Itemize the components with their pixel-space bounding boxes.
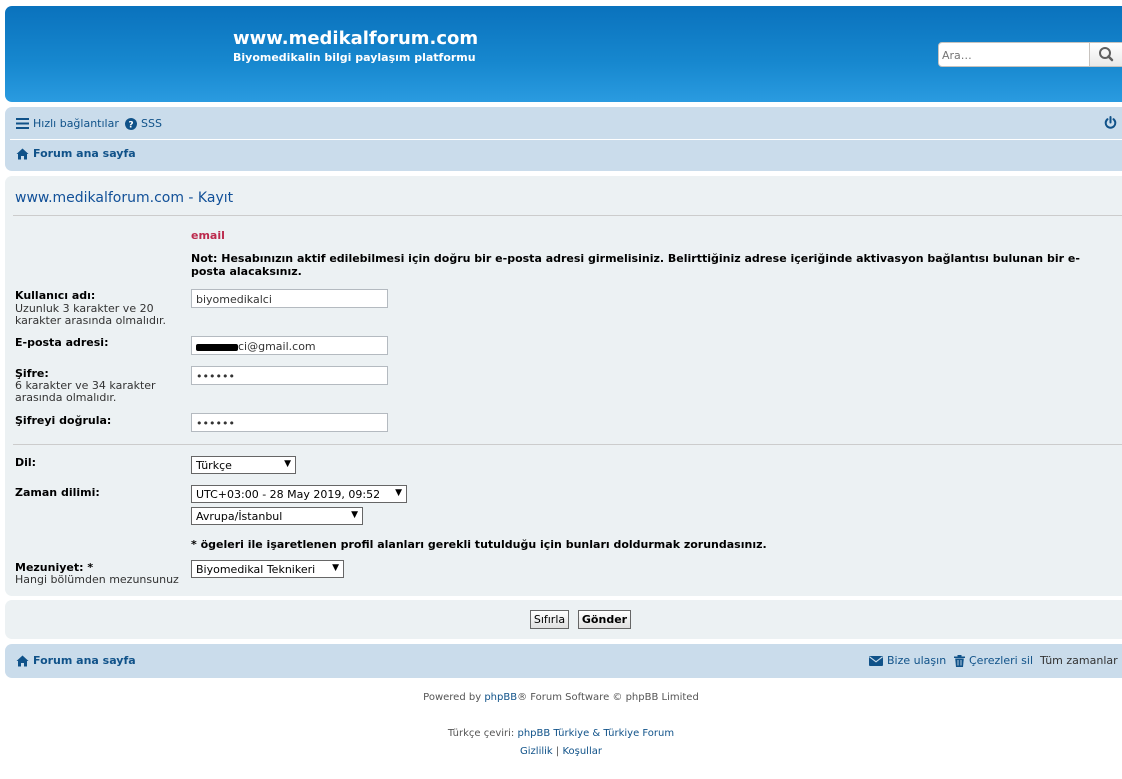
home-icon <box>16 655 29 666</box>
timezone-region-value: Avrupa/İstanbul <box>196 510 283 523</box>
dropdown-arrow-icon: ▼ <box>284 459 291 469</box>
section-divider <box>13 444 1122 445</box>
submit-panel: Sıfırla Gönder <box>5 600 1122 639</box>
faq-label: SSS <box>141 117 162 130</box>
confirm-password-label: Şifreyi doğrula: <box>15 414 112 427</box>
privacy-link[interactable]: Gizlilik <box>520 746 553 757</box>
powered-prefix: Powered by <box>423 692 485 703</box>
legal-separator: | <box>555 746 560 757</box>
power-icon <box>1104 116 1117 129</box>
terms-link[interactable]: Koşullar <box>562 746 602 757</box>
delete-cookies-label: Çerezleri sil <box>969 654 1034 667</box>
login-button[interactable] <box>1104 116 1117 129</box>
search-button[interactable] <box>1089 43 1122 66</box>
footer-board-index-link[interactable]: Forum ana sayfa <box>16 654 136 667</box>
dropdown-arrow-icon: ▼ <box>332 563 339 573</box>
password-input[interactable]: •••••• <box>191 366 388 385</box>
title-divider <box>13 215 1122 216</box>
graduation-value: Biyomedikal Teknikeri <box>196 563 316 576</box>
username-input[interactable]: biyomedikalci <box>191 289 388 308</box>
translation-link[interactable]: phpBB Türkiye & Türkiye Forum <box>517 728 674 739</box>
navbar-divider <box>10 139 1122 140</box>
submit-button[interactable]: Gönder <box>578 610 631 629</box>
svg-text:?: ? <box>128 120 133 130</box>
dropdown-arrow-icon: ▼ <box>351 510 358 520</box>
board-index-label: Forum ana sayfa <box>33 147 136 160</box>
language-label: Dil: <box>15 456 37 469</box>
password-hint: 6 karakter ve 34 karakter arasında olmal… <box>15 379 156 404</box>
navbar: Hızlı bağlantılar ? SSS Forum ana sayfa <box>5 107 1122 171</box>
language-select[interactable]: Türkçe ▼ <box>191 456 296 474</box>
page-title: www.medikalforum.com - Kayıt <box>15 190 234 206</box>
translation-line: Türkçe çeviri: phpBB Türkiye & Türkiye F… <box>0 728 1122 739</box>
reset-button[interactable]: Sıfırla <box>530 610 569 629</box>
envelope-icon <box>869 655 883 666</box>
quick-links-menu[interactable]: Hızlı bağlantılar <box>16 117 119 130</box>
timezone-value: UTC+03:00 - 28 May 2019, 09:52 <box>196 488 381 501</box>
username-hint: Uzunluk 3 karakter ve 20 karakter arasın… <box>15 302 167 327</box>
site-title[interactable]: www.medikalforum.com <box>233 28 478 49</box>
redaction-mark <box>196 343 238 351</box>
hamburger-icon <box>16 118 29 129</box>
email-note: Not: Hesabınızın aktif edilebilmesi için… <box>191 252 1080 278</box>
phpbb-link[interactable]: phpBB <box>484 692 517 703</box>
legal-links: Gizlilik | Koşullar <box>0 746 1122 757</box>
footer-navbar: Forum ana sayfa Bize ulaşın Çerezleri si… <box>5 644 1122 678</box>
username-label: Kullanıcı adı: <box>15 289 96 302</box>
question-circle-icon: ? <box>125 117 137 130</box>
site-header: www.medikalforum.com Biyomedikalin bilgi… <box>5 6 1122 102</box>
timezone-info: Tüm zamanlar <box>1040 654 1118 667</box>
quick-links-label: Hızlı bağlantılar <box>33 117 119 130</box>
registration-panel: www.medikalforum.com - Kayıt email Not: … <box>5 176 1122 596</box>
graduation-select[interactable]: Biyomedikal Teknikeri ▼ <box>191 560 344 578</box>
trash-icon <box>954 654 965 667</box>
translation-prefix: Türkçe çeviri: <box>447 728 518 739</box>
graduation-hint: Hangi bölümden mezunsunuz <box>15 573 179 586</box>
search-box <box>938 42 1122 67</box>
email-input[interactable]: ci@gmail.com <box>191 336 388 355</box>
error-message: email <box>191 229 225 242</box>
dropdown-arrow-icon: ▼ <box>395 488 402 498</box>
contact-link[interactable]: Bize ulaşın <box>869 654 946 667</box>
delete-cookies-link[interactable]: Çerezleri sil <box>954 654 1033 667</box>
contact-label: Bize ulaşın <box>887 654 947 667</box>
email-value: ci@gmail.com <box>238 340 316 353</box>
confirm-password-input[interactable]: •••••• <box>191 413 388 432</box>
faq-link[interactable]: ? SSS <box>125 117 162 130</box>
board-index-link[interactable]: Forum ana sayfa <box>16 147 136 160</box>
timezone-date-select[interactable]: UTC+03:00 - 28 May 2019, 09:52 ▼ <box>191 485 407 503</box>
timezone-region-select[interactable]: Avrupa/İstanbul ▼ <box>191 507 363 525</box>
required-fields-note: * ögeleri ile işaretlenen profil alanlar… <box>191 538 767 551</box>
email-label: E-posta adresi: <box>15 336 109 349</box>
search-input[interactable] <box>942 47 1082 63</box>
site-description: Biyomedikalin bilgi paylaşım platformu <box>233 51 476 64</box>
search-icon <box>1099 47 1114 62</box>
language-value: Türkçe <box>196 459 232 472</box>
footer-board-index-label: Forum ana sayfa <box>33 654 136 667</box>
powered-by-line: Powered by phpBB® Forum Software © phpBB… <box>0 692 1122 703</box>
powered-suffix: ® Forum Software © phpBB Limited <box>517 692 699 703</box>
home-icon <box>16 148 29 159</box>
timezone-label: Zaman dilimi: <box>15 486 100 499</box>
